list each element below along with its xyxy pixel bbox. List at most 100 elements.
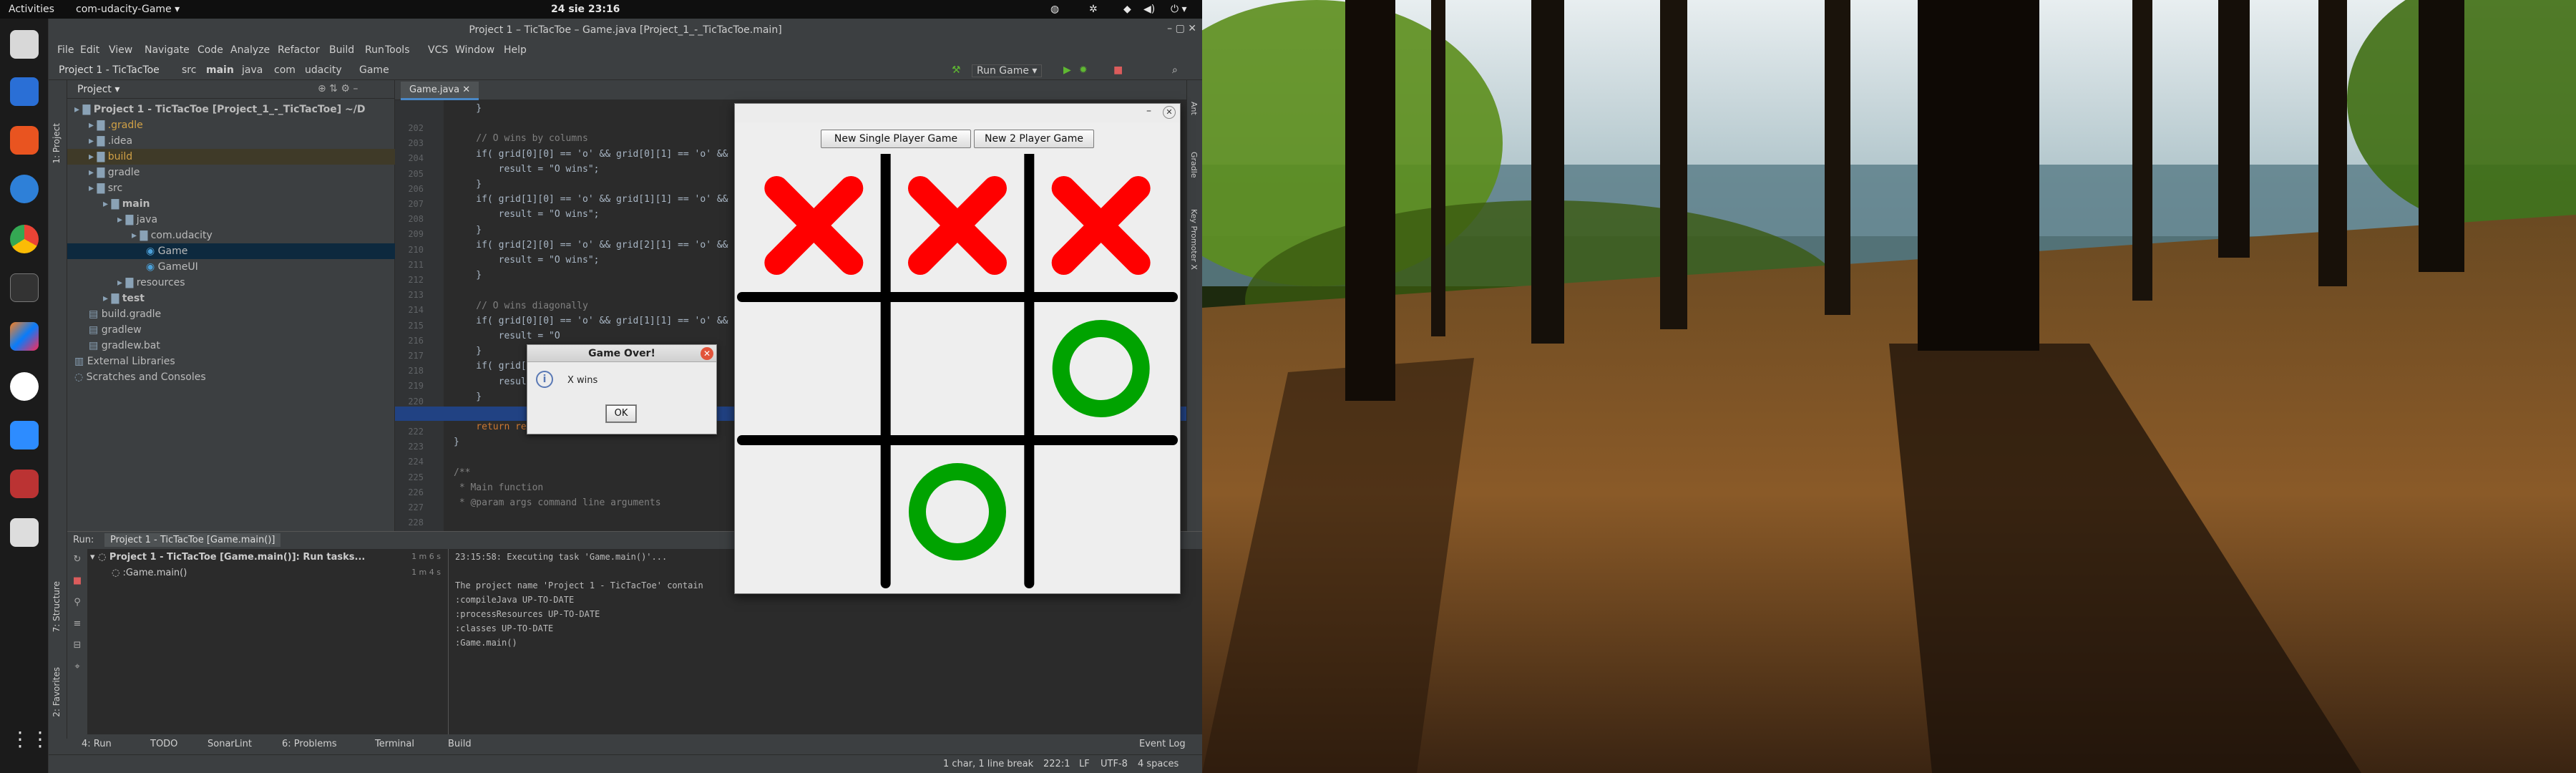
- run-config-select[interactable]: Run Game ▾: [972, 64, 1043, 77]
- line-number: 213: [408, 290, 424, 301]
- tree-item[interactable]: ◌ Scratches and Consoles: [67, 369, 395, 385]
- libreoffice-writer-icon[interactable]: [10, 77, 39, 106]
- tree-item[interactable]: ▸ ▇ src: [67, 180, 395, 196]
- gradle-tool-tab[interactable]: Gradle: [1189, 152, 1199, 178]
- tree-item[interactable]: ▸ ▇ main: [67, 196, 395, 212]
- tool-event-log[interactable]: Event Log: [1139, 739, 1186, 749]
- menu-refactor[interactable]: Refactor: [278, 44, 320, 56]
- debug-icon[interactable]: ✹: [1079, 64, 1088, 76]
- tree-item[interactable]: ◉ GameUI: [67, 259, 395, 275]
- volume-icon[interactable]: ◀): [1143, 4, 1155, 15]
- tool-terminal[interactable]: Terminal: [375, 739, 414, 749]
- tool-sonarlint[interactable]: SonarLint: [208, 739, 252, 749]
- project-tool-tab[interactable]: 1: Project: [52, 123, 62, 164]
- tree-item[interactable]: ▥ External Libraries: [67, 354, 395, 369]
- stop-icon[interactable]: ■: [1113, 64, 1123, 76]
- tool-todo[interactable]: TODO: [150, 739, 177, 749]
- java-app-icon[interactable]: [10, 470, 39, 498]
- show-apps-icon[interactable]: ⋮⋮: [10, 727, 50, 756]
- code-line: if( grid[0][0] == 'o' && grid[1][1] == '…: [454, 315, 768, 326]
- tool-run[interactable]: 4: Run: [82, 739, 112, 749]
- network-icon[interactable]: ◆: [1123, 4, 1131, 15]
- tree-item[interactable]: ▸ ▇ java: [67, 212, 395, 228]
- dialog-close-icon[interactable]: ✕: [701, 347, 713, 360]
- zoom-icon[interactable]: [10, 421, 39, 449]
- help-icon[interactable]: [10, 175, 39, 203]
- key-promoter-tool-tab[interactable]: Key Promoter X: [1189, 209, 1199, 270]
- window-controls[interactable]: – ▢ ✕: [1167, 23, 1196, 34]
- chrome-icon[interactable]: [10, 225, 39, 253]
- software-center-icon[interactable]: [10, 126, 39, 155]
- tictactoe-window: – ✕ New Single Player Game New 2 Player …: [734, 103, 1181, 594]
- tree-item[interactable]: ▤ build.gradle: [67, 306, 395, 322]
- menu-run[interactable]: Run: [365, 44, 384, 56]
- status-position[interactable]: 222:1: [1043, 759, 1070, 769]
- activities-button[interactable]: Activities: [9, 4, 54, 15]
- menu-build[interactable]: Build: [329, 44, 354, 56]
- tree-item[interactable]: ▤ gradlew: [67, 322, 395, 338]
- menu-view[interactable]: View: [109, 44, 132, 56]
- breadcrumb-java[interactable]: java: [242, 64, 263, 76]
- hammer-icon[interactable]: ⚒: [952, 64, 961, 76]
- breadcrumb-src[interactable]: src: [182, 64, 196, 76]
- menu-analyze[interactable]: Analyze: [230, 44, 270, 56]
- power-icon[interactable]: ⏻ ▾: [1171, 4, 1187, 15]
- menu-navigate[interactable]: Navigate: [145, 44, 190, 56]
- tree-item[interactable]: ▸ ▇ Project 1 - TicTacToe [Project_1_-_T…: [67, 102, 395, 117]
- tree-item[interactable]: ▸ ▇ resources: [67, 275, 395, 291]
- status-indent[interactable]: 4 spaces: [1138, 759, 1179, 769]
- menu-tools[interactable]: Tools: [385, 44, 410, 56]
- breadcrumb-main[interactable]: main: [206, 64, 234, 76]
- tree-item[interactable]: ▤ gradlew.bat: [67, 338, 395, 354]
- favorites-tool-tab[interactable]: 2: Favorites: [52, 667, 62, 717]
- project-view-select[interactable]: Project ▾: [77, 84, 119, 95]
- run-tab[interactable]: Project 1 - TicTacToe [Game.main()]: [104, 533, 281, 547]
- chrome-tray-icon[interactable]: ◍: [1050, 4, 1059, 15]
- slack-icon[interactable]: [10, 372, 39, 401]
- tree-item[interactable]: ◉ Game: [67, 243, 395, 259]
- search-icon[interactable]: ⌕: [1172, 64, 1178, 76]
- menu-file[interactable]: File: [57, 44, 74, 56]
- tree-item[interactable]: ▸ ▇ test: [67, 291, 395, 306]
- intellij-icon[interactable]: [10, 322, 39, 351]
- status-encoding[interactable]: UTF-8: [1101, 759, 1128, 769]
- tree-item[interactable]: ▸ ▇ build: [67, 149, 395, 165]
- tool-build[interactable]: Build: [448, 739, 472, 749]
- menu-window[interactable]: Window: [455, 44, 494, 56]
- tree-item[interactable]: ▸ ▇ com.udacity: [67, 228, 395, 243]
- desktop: Activities com-udacity-Game ▾ 24 sie 23:…: [0, 0, 2576, 773]
- structure-tool-tab[interactable]: 7: Structure: [52, 581, 62, 632]
- tool-problems[interactable]: 6: Problems: [282, 739, 337, 749]
- new-single-player-button[interactable]: New Single Player Game: [821, 130, 971, 148]
- menu-code[interactable]: Code: [197, 44, 223, 56]
- clock[interactable]: 24 sie 23:16: [551, 4, 620, 15]
- run-tree-item[interactable]: ◌ :Game.main() 1 m 4 s: [112, 568, 448, 578]
- tree-item[interactable]: ▸ ▇ .idea: [67, 133, 395, 149]
- game-close-icon[interactable]: ✕: [1163, 106, 1176, 119]
- breadcrumb-game[interactable]: Game: [359, 64, 389, 76]
- status-line-separator[interactable]: LF: [1079, 759, 1090, 769]
- tree-item[interactable]: ▸ ▇ gradle: [67, 165, 395, 180]
- minimize-icon[interactable]: –: [1146, 105, 1151, 117]
- menu-vcs[interactable]: VCS: [428, 44, 448, 56]
- new-two-player-button[interactable]: New 2 Player Game: [974, 130, 1094, 148]
- game-board[interactable]: [735, 154, 1180, 593]
- tab-game-java[interactable]: Game.java ✕: [401, 82, 479, 100]
- terminal-icon[interactable]: [10, 273, 39, 302]
- run-toolbar[interactable]: ↻ ■ ⚲ ≡ ⊟ ⌖: [67, 549, 87, 739]
- breadcrumb-com[interactable]: com: [274, 64, 296, 76]
- menu-edit[interactable]: Edit: [80, 44, 99, 56]
- breadcrumb-project[interactable]: Project 1 - TicTacToe: [59, 64, 160, 76]
- ok-button[interactable]: OK: [605, 404, 637, 423]
- ant-tool-tab[interactable]: Ant: [1189, 102, 1199, 115]
- menu-help[interactable]: Help: [504, 44, 527, 56]
- files-icon[interactable]: [10, 30, 39, 59]
- run-icon[interactable]: ▶: [1063, 64, 1071, 76]
- breadcrumb-udacity[interactable]: udacity: [305, 64, 342, 76]
- settings-tray-icon[interactable]: ✲: [1089, 4, 1098, 15]
- app-menu[interactable]: com-udacity-Game ▾: [76, 4, 180, 15]
- run-tree-item[interactable]: ▾ ◌ Project 1 - TicTacToe [Game.main()]:…: [90, 552, 448, 563]
- tree-item[interactable]: ▸ ▇ .gradle: [67, 117, 395, 133]
- screenshot-icon[interactable]: [10, 518, 39, 547]
- project-panel-tools[interactable]: ⊕ ⇅ ⚙ –: [318, 83, 358, 94]
